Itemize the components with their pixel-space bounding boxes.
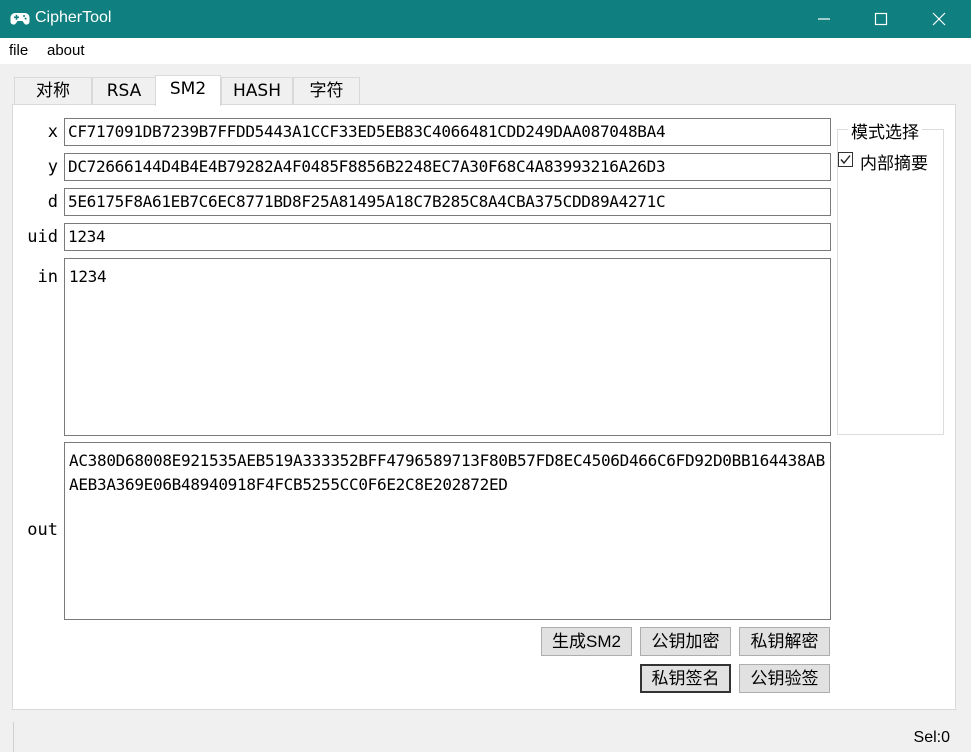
- tab-sm2[interactable]: SM2: [155, 75, 221, 106]
- tab-chars[interactable]: 字符: [293, 77, 360, 105]
- y-input[interactable]: DC72666144D4B4E4B79282A4F0485F8856B2248E…: [64, 153, 831, 181]
- tab-symmetric[interactable]: 对称: [14, 77, 92, 105]
- mode-groupbox: [837, 129, 944, 435]
- mode-group-title: 模式选择: [848, 118, 922, 143]
- out-textarea[interactable]: AC380D68008E921535AEB519A333352BFF479658…: [64, 442, 831, 620]
- in-label: in: [37, 267, 58, 287]
- title-bar: CipherTool: [0, 0, 971, 38]
- d-label: d: [47, 192, 58, 212]
- internal-digest-checkbox[interactable]: [838, 152, 853, 167]
- uid-label: uid: [27, 227, 58, 247]
- minimize-button[interactable]: [795, 0, 853, 38]
- y-label: y: [47, 157, 58, 177]
- generate-sm2-button[interactable]: 生成SM2: [541, 627, 632, 656]
- menu-bar: file about: [0, 38, 971, 64]
- tab-hash[interactable]: HASH: [221, 77, 293, 105]
- uid-input[interactable]: 1234: [64, 223, 831, 251]
- out-label: out: [27, 520, 58, 540]
- maximize-button[interactable]: [852, 0, 910, 38]
- gamepad-icon: [10, 10, 30, 28]
- menu-about[interactable]: about: [47, 42, 85, 59]
- x-label: x: [47, 122, 58, 142]
- close-button[interactable]: [910, 0, 968, 38]
- public-key-encrypt-button[interactable]: 公钥加密: [640, 627, 731, 656]
- public-key-verify-button[interactable]: 公钥验签: [739, 664, 830, 693]
- status-bar-divider: [13, 722, 14, 752]
- d-input[interactable]: 5E6175F8A61EB7C6EC8771BD8F25A81495A18C7B…: [64, 188, 831, 216]
- selection-status: Sel:0: [913, 729, 950, 746]
- x-input[interactable]: CF717091DB7239B7FFDD5443A1CCF33ED5EB83C4…: [64, 118, 831, 146]
- menu-file[interactable]: file: [9, 42, 28, 59]
- tab-rsa[interactable]: RSA: [92, 77, 156, 105]
- private-key-decrypt-button[interactable]: 私钥解密: [739, 627, 830, 656]
- in-textarea[interactable]: 1234: [64, 258, 831, 436]
- private-key-sign-button[interactable]: 私钥签名: [640, 664, 731, 693]
- internal-digest-label[interactable]: 内部摘要: [860, 149, 928, 174]
- window-title: CipherTool: [35, 9, 112, 26]
